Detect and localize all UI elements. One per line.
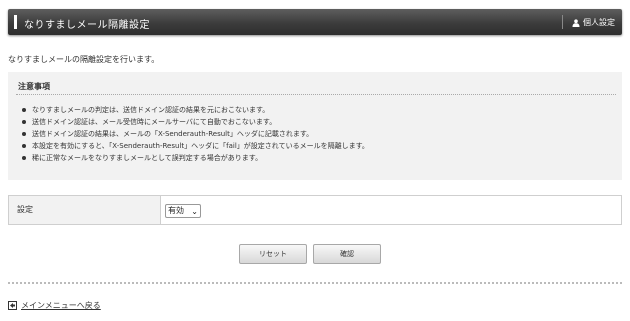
header-divider	[562, 15, 563, 29]
arrow-left-icon	[8, 301, 17, 310]
back-to-main-menu[interactable]: メインメニューへ戻る	[8, 300, 101, 311]
user-icon	[572, 18, 580, 27]
notice-list: なりすましメールの判定は、送信ドメイン認証の結果を元におこないます。 送信ドメイ…	[20, 104, 369, 164]
notice-panel: 注意事項 なりすましメールの判定は、送信ドメイン認証の結果を元におこないます。 …	[8, 72, 622, 180]
notice-item: 送信ドメイン認証の結果は、メールの「X-Senderauth-Result」ヘッ…	[20, 128, 369, 140]
page-header: なりすましメール隔離設定 個人設定	[8, 9, 622, 35]
header-accent-bar	[14, 15, 17, 29]
back-link-label: メインメニューへ戻る	[21, 301, 101, 310]
notice-divider	[16, 94, 616, 96]
notice-item: 稀に正常なメールをなりすましメールとして誤判定する場合があります。	[20, 152, 369, 164]
settings-table: 設定 有効 ⌄	[8, 195, 622, 225]
setting-label: 設定	[9, 196, 161, 224]
enable-select[interactable]: 有効 ⌄	[165, 204, 201, 218]
setting-value-cell: 有効 ⌄	[161, 196, 621, 224]
chevron-down-icon: ⌄	[191, 207, 198, 216]
reset-button[interactable]: リセット	[239, 244, 307, 264]
notice-item: 本設定を有効にすると、「X-Senderauth-Result」ヘッダに「fai…	[20, 140, 369, 152]
footer-divider	[8, 282, 622, 284]
enable-select-value: 有効	[168, 206, 184, 215]
confirm-button[interactable]: 確認	[313, 244, 381, 264]
page-description: なりすましメールの隔離設定を行います。	[8, 55, 160, 64]
personal-settings-label: 個人設定	[583, 18, 615, 27]
notice-item: 送信ドメイン認証は、メール受信時にメールサーバにて自動でおこないます。	[20, 116, 369, 128]
personal-settings-link[interactable]: 個人設定	[572, 17, 615, 28]
notice-title: 注意事項	[18, 82, 50, 91]
notice-item: なりすましメールの判定は、送信ドメイン認証の結果を元におこないます。	[20, 104, 369, 116]
page-title: なりすましメール隔離設定	[24, 20, 150, 31]
